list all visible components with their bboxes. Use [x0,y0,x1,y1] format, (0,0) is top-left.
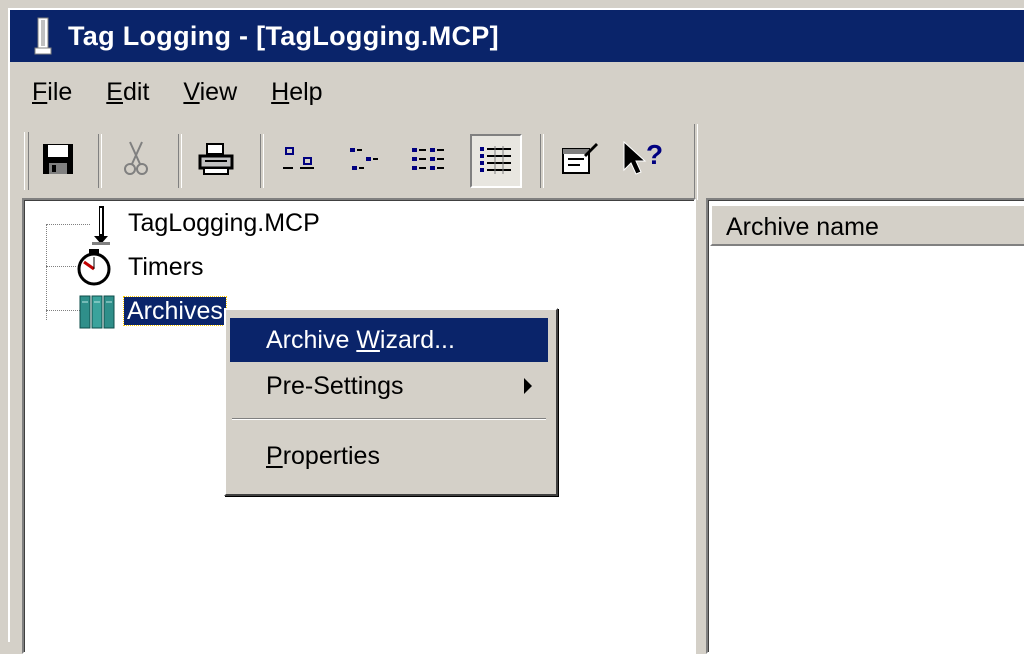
window-title: Tag Logging - [TagLogging.MCP] [68,20,499,51]
tree-connector-line [46,224,47,320]
tree-connector-line [46,224,90,225]
selected-label: Archives [123,296,227,326]
title-bar[interactable]: Tag Logging - [TagLogging.MCP] [10,10,1024,62]
list-icon [412,148,444,170]
save-button[interactable] [34,134,82,184]
menu-separator [232,418,546,420]
print-button[interactable] [192,134,240,184]
context-menu: Archive Wizard... Pre-Settings Propertie… [224,308,558,496]
menu-bar: File Edit View Help [10,66,1024,118]
toolbar-separator [98,134,102,188]
properties-button[interactable] [556,134,604,184]
menu-item-archive-wizard[interactable]: Archive Wizard... [230,318,548,362]
menu-edit[interactable]: Edit [106,78,149,107]
details-icon [480,146,511,174]
help-pointer-icon: ? [623,140,663,175]
menu-file[interactable]: File [32,78,72,107]
tag-logging-app-icon [32,16,54,56]
menu-help[interactable]: Help [271,78,322,107]
cut-button[interactable] [112,134,160,184]
details-button[interactable] [470,134,522,188]
cut-icon [124,141,148,175]
menu-view[interactable]: View [183,78,237,107]
menu-item-pre-settings[interactable]: Pre-Settings [230,364,548,408]
toolbar: ? [10,124,1024,200]
archive-list-pane[interactable]: Archive name [706,198,1024,654]
tree-label-archives: Archives [123,294,227,328]
tree-connector-line [46,266,76,267]
menu-item-properties[interactable]: Properties [230,434,548,478]
toolbar-separator [540,134,544,188]
column-header-archive-name[interactable]: Archive name [710,204,1024,246]
large-icons-button[interactable] [276,134,324,184]
save-icon [43,144,73,174]
whats-this-help-button[interactable]: ? [618,134,666,184]
tree-label-timers: Timers [128,253,204,281]
archives-icon [78,294,118,335]
toolbar-grip[interactable] [24,132,29,190]
small-icons-icon [350,148,378,170]
large-icons-icon [283,147,314,169]
list-button[interactable] [404,134,452,184]
tree-connector-line [46,310,80,311]
small-icons-button[interactable] [340,134,388,184]
toolbar-splitter [694,124,698,200]
toolbar-separator [178,134,182,188]
project-file-icon [90,204,112,253]
stopwatch-icon [74,248,114,291]
submenu-arrow-icon [524,378,532,394]
properties-icon [562,143,598,174]
toolbar-separator [260,134,264,188]
svg-text:?: ? [646,140,663,170]
print-icon [198,143,234,175]
tree-label-root: TagLogging.MCP [128,209,320,237]
